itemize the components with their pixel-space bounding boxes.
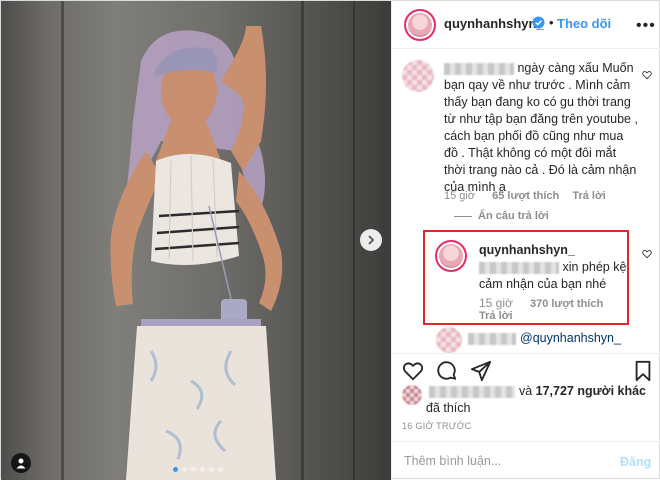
carousel-dot [182, 467, 187, 472]
post-sidebar: quynhanhshyn_ • Theo dõi ••• ngày càng x… [391, 1, 660, 480]
reply-likes[interactable]: 370 lượt thích [530, 298, 603, 310]
comment-likes[interactable]: 65 lượt thích [492, 190, 559, 202]
liker-avatar[interactable] [402, 385, 422, 405]
elevator-panel-seam [353, 1, 355, 480]
carousel-dot [209, 467, 214, 472]
more-options-icon[interactable]: ••• [636, 17, 656, 35]
carousel-indicator [173, 467, 223, 472]
reply-time: 15 giờ [479, 296, 513, 310]
comment-like-icon[interactable] [642, 70, 652, 80]
post-timestamp[interactable]: 16 GIỜ TRƯỚC [402, 421, 472, 431]
model-figure [110, 26, 283, 480]
blurred-liker [429, 385, 516, 398]
carousel-dot [200, 467, 205, 472]
likes-others[interactable]: 17,727 người khác [536, 384, 646, 398]
blurred-username [444, 62, 514, 75]
carousel-dot [191, 467, 196, 472]
carousel-dot [218, 467, 223, 472]
comment-time: 15 giờ [444, 190, 476, 202]
comment-icon[interactable] [436, 360, 458, 382]
carousel-dot [173, 467, 178, 472]
post-header: quynhanhshyn_ • Theo dõi ••• [392, 1, 660, 49]
commenter-avatar[interactable] [402, 60, 434, 92]
likes-suffix: đã thích [426, 401, 471, 415]
comment-reply-link[interactable]: Trả lời [572, 190, 606, 202]
bookmark-icon[interactable] [632, 360, 654, 382]
comment-text: ngày càng xấu Muốn bạn qay về như trước … [444, 60, 639, 196]
post-comment-button[interactable]: Đăng [620, 455, 651, 469]
verified-badge-icon [532, 16, 545, 29]
author-avatar[interactable] [404, 9, 436, 41]
replies-divider [454, 215, 472, 217]
author-username[interactable]: quynhanhshyn_ [444, 16, 544, 31]
reply-username[interactable]: quynhanhshyn_ [479, 243, 575, 257]
reply-text: quynhanhshyn_ xin phép kệ cảm nhận của b… [479, 242, 629, 293]
likes-connector: và [518, 384, 533, 398]
reply-reply-link[interactable]: Trả lời [479, 310, 513, 322]
commenter-avatar[interactable] [436, 327, 462, 353]
user-icon [16, 458, 26, 469]
post-actions [392, 353, 660, 383]
comments-list[interactable]: ngày càng xấu Muốn bạn qay về như trước … [392, 50, 660, 353]
highlighted-reply: quynhanhshyn_ xin phép kệ cảm nhận của b… [423, 230, 629, 325]
hide-replies-link[interactable]: Ẩn câu trả lời [454, 210, 549, 222]
instagram-post: quynhanhshyn_ • Theo dõi ••• ngày càng x… [0, 0, 660, 480]
reply-like-icon[interactable] [642, 249, 652, 259]
header-separator: • [549, 15, 554, 30]
hide-replies-label[interactable]: Ẩn câu trả lời [478, 210, 549, 222]
tagged-users-button[interactable] [11, 453, 31, 473]
reply-author-avatar[interactable] [435, 240, 467, 272]
reply-meta: 15 giờ 370 lượt thích [479, 296, 603, 310]
comment-body: ngày càng xấu Muốn bạn qay về như trước … [444, 61, 638, 194]
heart-icon[interactable] [402, 360, 424, 382]
blurred-username [468, 333, 516, 345]
comment-composer: Đăng [392, 441, 660, 480]
elevator-panel-seam [61, 1, 64, 480]
chevron-right-icon [368, 235, 375, 245]
share-icon[interactable] [470, 360, 492, 382]
comment-input[interactable] [404, 454, 604, 468]
comment-mention[interactable]: @quynhanhshyn_ [520, 331, 621, 345]
post-photo[interactable] [1, 1, 391, 480]
blurred-mention [479, 261, 559, 274]
comment-meta: 15 giờ 65 lượt thích Trả lời [444, 190, 606, 202]
follow-button[interactable]: Theo dõi [557, 16, 611, 31]
next-photo-button[interactable] [360, 229, 382, 251]
likes-summary: và 17,727 người khác đã thích [402, 383, 652, 417]
